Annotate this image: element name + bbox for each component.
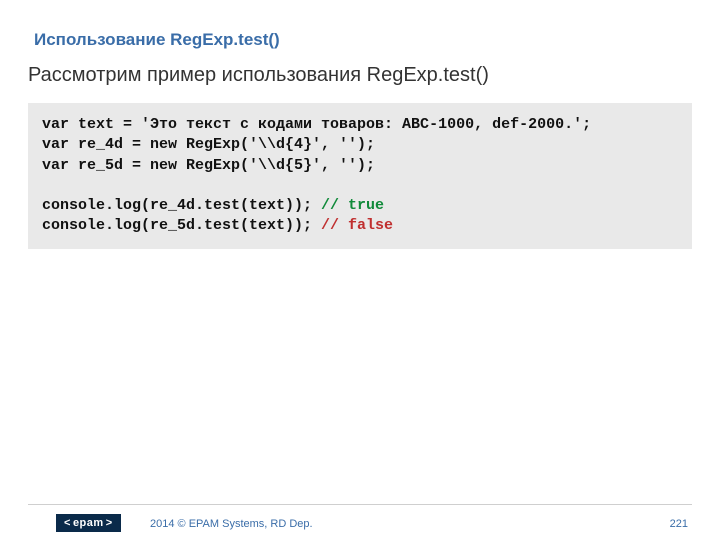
epam-logo-text: epam [73, 517, 104, 529]
epam-logo: epam [56, 514, 121, 532]
copyright-text: 2014 © EPAM Systems, RD Dep. [150, 518, 313, 530]
code-line-5-comment: // true [321, 197, 384, 214]
code-block: var text = 'Это текст с кодами товаров: … [28, 103, 692, 249]
slide-footer: epam 2014 © EPAM Systems, RD Dep. 221 [0, 504, 720, 540]
code-line-3: var re_5d = new RegExp('\\d{5}', ''); [42, 157, 375, 174]
code-line-2: var re_4d = new RegExp('\\d{4}', ''); [42, 136, 375, 153]
footer-rule [28, 504, 692, 505]
slide-subheading: Рассмотрим пример использования RegExp.t… [0, 50, 720, 87]
code-line-1: var text = 'Это текст с кодами товаров: … [42, 116, 591, 133]
page-number: 221 [670, 518, 688, 530]
code-line-6-code: console.log(re_5d.test(text)); [42, 217, 321, 234]
code-line-5-code: console.log(re_4d.test(text)); [42, 197, 321, 214]
slide-heading: Использование RegExp.test() [0, 0, 720, 50]
code-line-6-comment: // false [321, 217, 393, 234]
